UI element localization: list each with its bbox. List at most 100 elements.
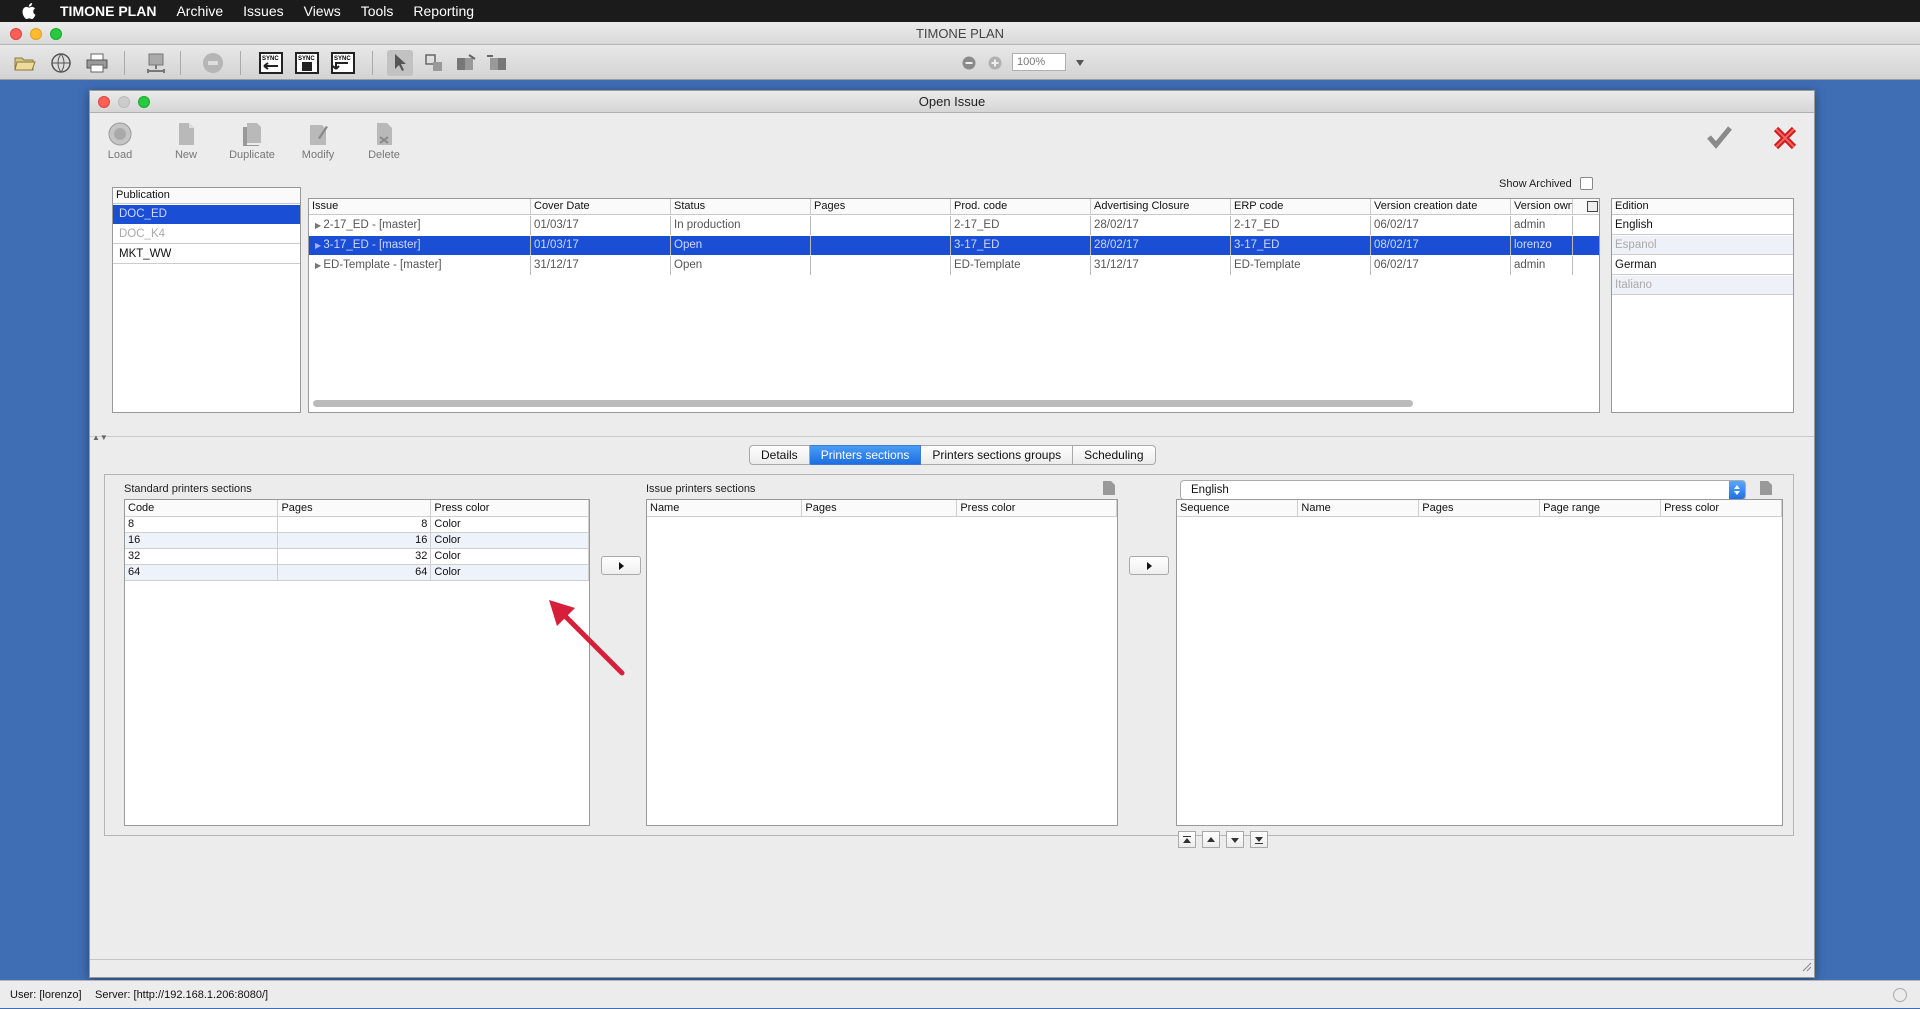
standard-sections-label: Standard printers sections	[124, 483, 252, 495]
move-down-button[interactable]	[1226, 831, 1244, 848]
issues-column-header[interactable]: Pages	[811, 199, 951, 214]
page-tool-icon[interactable]	[453, 50, 479, 76]
edition-select[interactable]: English	[1180, 480, 1746, 500]
menu-tools[interactable]: Tools	[351, 3, 404, 19]
window-zoom-button[interactable]	[50, 28, 62, 40]
move-bottom-button[interactable]	[1250, 831, 1268, 848]
menu-issues[interactable]: Issues	[233, 3, 293, 19]
globe-icon[interactable]	[48, 50, 74, 76]
show-archived-label: Show Archived	[1499, 178, 1572, 190]
open-issue-dialog: Open Issue Load New Duplicate Modify Del…	[89, 90, 1815, 978]
menu-reporting[interactable]: Reporting	[403, 3, 484, 19]
zoom-out-icon[interactable]	[961, 50, 977, 76]
sync-in-icon[interactable]: SYNC	[258, 50, 284, 76]
dialog-minimize-button[interactable]	[118, 96, 130, 108]
column-header[interactable]: Press color	[1660, 500, 1782, 517]
issues-column-header[interactable]: Version creation date	[1371, 199, 1511, 214]
menu-views[interactable]: Views	[294, 3, 351, 19]
document-icon[interactable]	[1102, 480, 1116, 499]
stop-icon[interactable]	[200, 50, 226, 76]
document-icon[interactable]	[1759, 480, 1773, 499]
move-up-button[interactable]	[1202, 831, 1220, 848]
edition-item[interactable]: German	[1612, 256, 1793, 275]
show-archived-checkbox[interactable]	[1580, 177, 1593, 190]
assign-section-button[interactable]	[1129, 556, 1169, 575]
publication-item[interactable]: DOC_K4	[113, 225, 300, 244]
column-header[interactable]: Code	[125, 500, 279, 517]
zoom-dropdown-icon[interactable]	[1071, 50, 1089, 76]
issue-cell: 3-17_ED	[951, 236, 1091, 255]
issues-column-header[interactable]: Prod. code	[951, 199, 1091, 214]
modify-label: Modify	[301, 149, 335, 161]
table-row[interactable]: 32 32 Color	[125, 548, 589, 565]
column-header[interactable]: Pages	[277, 500, 432, 517]
move-tool-icon[interactable]	[421, 50, 447, 76]
confirm-icon[interactable]	[1706, 125, 1732, 152]
column-header[interactable]: Name	[1297, 500, 1420, 517]
issue-row[interactable]: ▶ ED-Template - [master] 31/12/17 Open ED-T…	[309, 256, 1599, 275]
resize-grip-icon[interactable]	[1802, 961, 1812, 975]
menu-archive[interactable]: Archive	[166, 3, 233, 19]
edition-item[interactable]: English	[1612, 216, 1793, 235]
split-divider[interactable]	[90, 436, 1814, 437]
issues-column-header[interactable]: ERP code	[1231, 199, 1371, 214]
tab-printers-sections[interactable]: Printers sections	[809, 445, 922, 465]
issue-cell: 2-17_ED	[1231, 216, 1371, 235]
duplicate-button[interactable]: Duplicate	[222, 119, 282, 175]
issues-column-header[interactable]: Status	[671, 199, 811, 214]
network-icon[interactable]	[143, 50, 169, 76]
tab-printers-sections-groups[interactable]: Printers sections groups	[921, 445, 1074, 465]
issue-cell: Open	[671, 236, 811, 255]
zoom-input[interactable]: 100%	[1012, 53, 1066, 71]
column-header[interactable]: Pages	[801, 500, 958, 517]
publication-item[interactable]: MKT_WW	[113, 245, 300, 264]
issues-column-header[interactable]: Version owne	[1511, 199, 1573, 214]
horizontal-scrollbar[interactable]	[313, 400, 1413, 407]
edition-item[interactable]: Italiano	[1612, 276, 1793, 295]
move-top-button[interactable]	[1178, 831, 1196, 848]
publication-item[interactable]: DOC_ED	[113, 205, 300, 224]
edition-item[interactable]: Espanol	[1612, 236, 1793, 255]
issues-header-row: Issue Cover Date Status Pages Prod. code Adve…	[309, 199, 1599, 215]
cancel-icon[interactable]	[1772, 125, 1798, 154]
open-folder-icon[interactable]	[12, 50, 38, 76]
table-row[interactable]: 64 64 Color	[125, 564, 589, 581]
issue-cell: 3-17_ED	[1231, 236, 1371, 255]
annotation-arrow-icon	[549, 600, 625, 676]
issues-column-header[interactable]: Issue	[309, 199, 531, 214]
column-header[interactable]: Press color	[430, 500, 589, 517]
modify-button[interactable]: Modify	[288, 119, 348, 175]
column-chooser-icon[interactable]	[1587, 201, 1598, 212]
window-minimize-button[interactable]	[30, 28, 42, 40]
load-button[interactable]: Load	[90, 119, 150, 175]
issue-row[interactable]: ▶ 2-17_ED - [master] 01/03/17 In productio…	[309, 216, 1599, 235]
splitter-arrows-icon[interactable]: ▲▼	[92, 433, 108, 442]
table-row[interactable]: 16 16 Color	[125, 532, 589, 549]
window-close-button[interactable]	[10, 28, 22, 40]
table-row[interactable]: 8 8 Color	[125, 516, 589, 533]
issues-column-header[interactable]: Cover Date	[531, 199, 671, 214]
tab-details[interactable]: Details	[749, 445, 810, 465]
print-icon[interactable]	[84, 50, 110, 76]
spread-tool-icon[interactable]	[485, 50, 511, 76]
column-header[interactable]: Page range	[1539, 500, 1662, 517]
column-header[interactable]: Name	[647, 500, 803, 517]
pointer-tool-icon[interactable]	[387, 50, 413, 76]
sync-page-icon[interactable]: SYNC	[294, 50, 320, 76]
column-header[interactable]: Sequence	[1177, 500, 1299, 517]
issue-cell: 31/12/17	[531, 256, 671, 275]
dialog-zoom-button[interactable]	[138, 96, 150, 108]
delete-button[interactable]: Delete	[354, 119, 414, 175]
dialog-close-button[interactable]	[98, 96, 110, 108]
column-header[interactable]: Pages	[1418, 500, 1541, 517]
apple-icon[interactable]	[18, 3, 40, 19]
new-button[interactable]: New	[156, 119, 216, 175]
add-section-button[interactable]	[601, 556, 641, 575]
issues-column-header[interactable]: Advertising Closure	[1091, 199, 1231, 214]
tab-scheduling[interactable]: Scheduling	[1073, 445, 1156, 465]
issue-row[interactable]: ▶ 3-17_ED - [master] 01/03/17 Open 3-17_ED 2…	[309, 236, 1599, 255]
column-header[interactable]: Press color	[956, 500, 1117, 517]
zoom-in-icon[interactable]	[987, 50, 1003, 76]
menu-app-name[interactable]: TIMONE PLAN	[52, 3, 166, 19]
sync-out-icon[interactable]: SYNC	[330, 50, 356, 76]
